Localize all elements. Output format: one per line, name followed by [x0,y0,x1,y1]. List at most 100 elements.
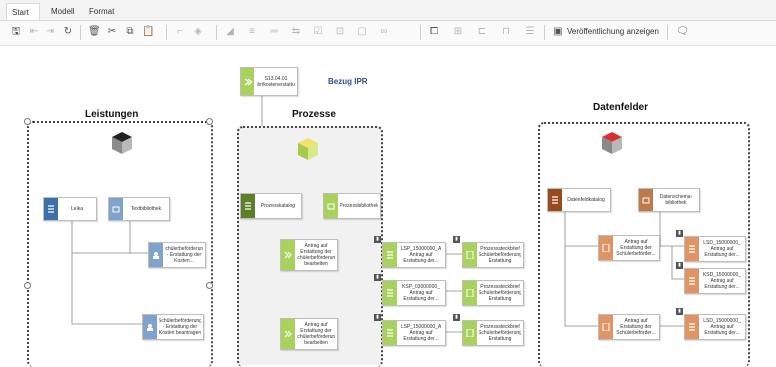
flag-icon: ▮ [676,230,683,237]
node-label: Prozesssteckbrief Schülerbeförderung Ers… [479,246,521,264]
list-icon [383,321,397,345]
list-icon [383,243,397,267]
leika-node[interactable]: Leika [43,197,97,221]
node-label: Leika [71,206,83,212]
flag-icon: ▮ [374,314,381,321]
list-icon [685,269,699,293]
toolbar-separator [667,25,668,40]
library-icon [639,189,653,211]
data-node[interactable]: LSD_15000000_ Antrag auf Erstattung der.… [684,314,746,340]
prozesskatalog-node[interactable]: Prozesskatalog [240,193,302,219]
align-left-icon[interactable]: ⊏ [476,26,488,38]
line-style-icon[interactable]: ═ [268,26,280,38]
fill-icon[interactable]: ◈ [192,26,204,38]
layout-icon[interactable]: ⧠ [428,26,440,38]
comment-icon[interactable]: 🗨 [676,26,689,38]
diagram-canvas[interactable]: S13.04.01 Fahrtkostenerstattung Bezug IP… [0,46,776,367]
flag-icon: ▮ [676,262,683,269]
process-profile-node[interactable]: Prozesssteckbrief Schülerbeförderung Ers… [462,242,524,268]
toolbar: 🖫 ⇤ ⇥ ↻ 🗑 ✂ ⧉ 📋 ⌐ ◈ ◢ ≡ ═ ⇆ ☑ ⊡ ▢ ∞ ⧠ ⊞ … [0,21,776,46]
resize-handle[interactable] [206,118,213,125]
process-node[interactable]: Antrag auf Erstattung der Schülerbeförde… [280,239,338,271]
link-icon[interactable]: ∞ [378,26,390,38]
node-label: Textbibliothek [130,206,162,212]
node-label: Prozesskatalog [260,203,296,209]
node-label: Antrag auf Erstattung der Schülerbeförde… [297,322,335,346]
tab-start[interactable]: Start [6,3,40,20]
ribbon-tabs: Start Modell Format [0,0,776,21]
flag-icon: ▮ [374,236,381,243]
resize-handle[interactable] [24,118,31,125]
leistung-node[interactable]: Schülerbeförderung - Erstattung der Kost… [148,242,206,268]
align-top-icon[interactable]: ⊓ [500,26,512,38]
flag-icon: ▮ [374,274,381,281]
undo-icon[interactable]: ⇤ [28,26,40,38]
node-label: LSP_15000000_A Antrag auf Erstattung der… [400,324,442,342]
shape-icon[interactable]: ☑ [312,26,324,38]
publish-icon[interactable]: ▣ [552,26,564,38]
lane-title-datenfelder: Datenfelder [593,102,649,113]
process-icon [281,240,295,270]
process-node[interactable]: LSP_15000000_A Antrag auf Erstattung der… [382,320,446,346]
document-icon [463,243,477,267]
node-label: LSD_15000000_ Antrag auf Erstattung der.… [703,318,741,336]
node-label: Schülerbeförderung - Erstattung der Kost… [159,318,201,336]
textbibliothek-node[interactable]: Textbibliothek [108,197,170,221]
resize-handle[interactable] [24,282,31,289]
node-label: Schülerbeförderung - Erstattung der Kost… [165,246,203,264]
toolbar-separator [216,25,217,40]
process-node[interactable]: KSP_03000000_ Antrag auf Erstattung der.… [382,280,446,306]
cube-icon [602,132,622,154]
format-painter-icon[interactable]: ⌐ [174,26,186,38]
align-icon[interactable]: ≡ [246,26,258,38]
node-label: LSD_15000000_ Antrag auf Erstattung der.… [703,240,741,258]
resize-handle[interactable] [206,282,213,289]
node-label: Datenschema-bibliothek [659,194,693,206]
connector-icon[interactable]: ⇆ [290,26,302,38]
node-label: Prozessbibliothek [340,203,378,209]
data-node[interactable]: KSD_15000000_ Antrag auf Erstattung der.… [684,268,746,294]
node-label: KSP_03000000_ Antrag auf Erstattung der.… [402,284,440,302]
cut-icon[interactable]: ✂ [106,26,118,38]
process-icon [281,319,295,349]
publish-button[interactable]: Veröffentlichung anzeigen [567,26,659,38]
distribute-icon[interactable]: ⊞ [452,26,464,38]
cube-icon [112,132,132,154]
toolbar-separator [80,25,81,40]
datenfeldkatalog-node[interactable]: Datenfeldkatalog [547,188,611,212]
data-node[interactable]: LSD_15000000_ Antrag auf Erstattung der.… [684,236,746,262]
data-node[interactable]: Antrag auf Erstattung der Schülerbeförde… [598,314,660,340]
document-icon [599,315,613,339]
node-label: Antrag auf Erstattung der Schülerbeförde… [616,239,656,257]
save-icon[interactable]: 🖫 [10,26,22,38]
leistung-node[interactable]: Schülerbeförderung - Erstattung der Kost… [142,314,204,340]
process-node[interactable]: Antrag auf Erstattung der Schülerbeförde… [280,318,338,350]
tab-modell[interactable]: Modell [46,3,80,20]
list-icon[interactable]: ☰ [524,26,536,38]
group-icon[interactable]: ⊡ [334,26,346,38]
redo-icon[interactable]: ⇥ [44,26,56,38]
tab-format[interactable]: Format [84,3,118,20]
prozessbibliothek-node[interactable]: Prozessbibliothek [323,193,381,219]
node-label: LSP_15000000_A Antrag auf Erstattung der… [400,246,442,264]
process-profile-node[interactable]: Prozesssteckbrief Schülerbeförderung Ers… [462,280,524,306]
datenschema-node[interactable]: Datenschema-bibliothek [638,188,700,212]
toolbar-separator [544,25,545,40]
process-node-top[interactable]: S13.04.01 Fahrtkostenerstattung [240,67,298,96]
catalog-icon [44,198,58,220]
paste-icon[interactable]: 📋 [142,26,154,38]
node-label: Prozesssteckbrief Schülerbeförderung Ers… [479,324,521,342]
delete-icon[interactable]: 🗑 [88,26,101,38]
catalog-icon [241,194,255,218]
line-color-icon[interactable]: ◢ [224,26,236,38]
document-icon [599,236,613,260]
document-icon [463,321,477,345]
frame-icon[interactable]: ▢ [356,26,368,38]
data-node[interactable]: Antrag auf Erstattung der Schülerbeförde… [598,235,660,261]
process-node[interactable]: LSP_15000000_A Antrag auf Erstattung der… [382,242,446,268]
list-icon [685,315,699,339]
process-profile-node[interactable]: Prozesssteckbrief Schülerbeförderung Ers… [462,320,524,346]
node-label: Antrag auf Erstattung der Schülerbeförde… [297,243,335,267]
copy-icon[interactable]: ⧉ [124,26,136,38]
refresh-icon[interactable]: ↻ [62,26,74,38]
